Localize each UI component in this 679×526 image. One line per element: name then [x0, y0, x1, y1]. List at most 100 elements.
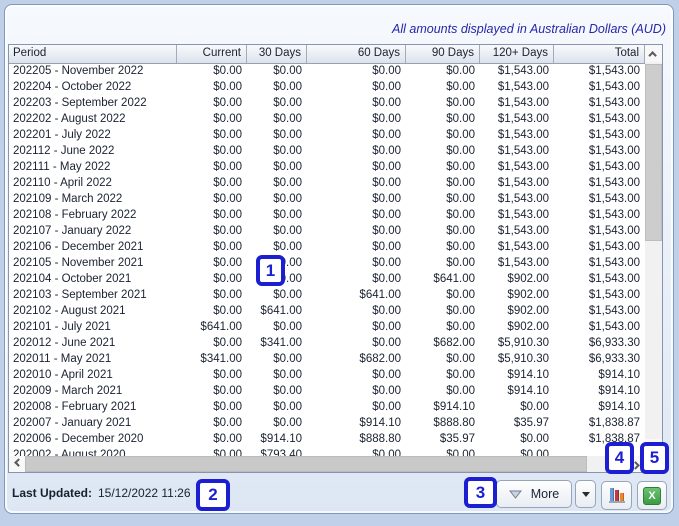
- chevron-up-icon: [648, 51, 656, 59]
- amount-cell: $0.00: [480, 448, 554, 456]
- period-cell: 202105 - November 2021: [9, 256, 177, 272]
- amount-cell: $914.10: [480, 368, 554, 384]
- amount-cell: $6,933.30: [554, 352, 645, 368]
- table-row[interactable]: 202111 - May 2022$0.00$0.00$0.00$0.00$1,…: [9, 160, 645, 176]
- period-cell: 202104 - October 2021: [9, 272, 177, 288]
- last-updated-value: 15/12/2022 11:26: [98, 486, 191, 500]
- amount-cell: $902.00: [480, 288, 554, 304]
- amount-cell: $35.97: [406, 432, 480, 448]
- table-row[interactable]: 202202 - August 2022$0.00$0.00$0.00$0.00…: [9, 112, 645, 128]
- table-row[interactable]: 202107 - January 2022$0.00$0.00$0.00$0.0…: [9, 224, 645, 240]
- amount-cell: $0.00: [406, 96, 480, 112]
- vertical-scrollbar-thumb[interactable]: [645, 64, 662, 241]
- table-row[interactable]: 202009 - March 2021$0.00$0.00$0.00$0.00$…: [9, 384, 645, 400]
- amount-cell: $1,543.00: [554, 160, 645, 176]
- table-row[interactable]: 202103 - September 2021$0.00$0.00$641.00…: [9, 288, 645, 304]
- table-row[interactable]: 202101 - July 2021$641.00$0.00$0.00$0.00…: [9, 320, 645, 336]
- table-row[interactable]: 202105 - November 2021$0.00$0.00$0.00$0.…: [9, 256, 645, 272]
- table-row[interactable]: 202205 - November 2022$0.00$0.00$0.00$0.…: [9, 64, 645, 80]
- table-row[interactable]: 202102 - August 2021$0.00$641.00$0.00$0.…: [9, 304, 645, 320]
- amount-cell: $1,543.00: [554, 256, 645, 272]
- amount-cell: $1,543.00: [480, 208, 554, 224]
- amount-cell: $0.00: [177, 240, 247, 256]
- table-row[interactable]: 202106 - December 2021$0.00$0.00$0.00$0.…: [9, 240, 645, 256]
- amount-cell: $0.00: [307, 128, 406, 144]
- more-button[interactable]: More: [496, 480, 572, 508]
- table-row[interactable]: 202203 - September 2022$0.00$0.00$0.00$0…: [9, 96, 645, 112]
- amount-cell: $1,543.00: [554, 64, 645, 80]
- amount-cell: $0.00: [247, 400, 307, 416]
- amount-cell: $0.00: [307, 160, 406, 176]
- amount-cell: $0.00: [307, 112, 406, 128]
- table-row[interactable]: 202006 - December 2020$0.00$914.10$888.8…: [9, 432, 645, 448]
- period-cell: 202103 - September 2021: [9, 288, 177, 304]
- table-row[interactable]: 202109 - March 2022$0.00$0.00$0.00$0.00$…: [9, 192, 645, 208]
- table-row[interactable]: 202002 - August 2020$0.00$793.40$0.00$0.…: [9, 448, 645, 456]
- amount-cell: $0.00: [406, 240, 480, 256]
- amount-cell: $1,543.00: [554, 320, 645, 336]
- amount-cell: $1,543.00: [554, 176, 645, 192]
- period-cell: 202008 - February 2021: [9, 400, 177, 416]
- table-row[interactable]: 202008 - February 2021$0.00$0.00$0.00$91…: [9, 400, 645, 416]
- amount-cell: $0.00: [307, 240, 406, 256]
- vertical-scrollbar[interactable]: [645, 45, 662, 456]
- table-row[interactable]: 202104 - October 2021$0.00$0.00$0.00$641…: [9, 272, 645, 288]
- amount-cell: $35.97: [480, 416, 554, 432]
- table-row[interactable]: 202110 - April 2022$0.00$0.00$0.00$0.00$…: [9, 176, 645, 192]
- amount-cell: $0.00: [406, 160, 480, 176]
- amount-cell: $0.00: [480, 400, 554, 416]
- amount-cell: $0.00: [247, 192, 307, 208]
- table-row[interactable]: 202108 - February 2022$0.00$0.00$0.00$0.…: [9, 208, 645, 224]
- amount-cell: $0.00: [307, 304, 406, 320]
- horizontal-scrollbar[interactable]: [9, 456, 645, 472]
- amount-cell: $1,543.00: [554, 192, 645, 208]
- period-cell: 202110 - April 2022: [9, 176, 177, 192]
- amount-cell: $0.00: [307, 400, 406, 416]
- column-header: Current: [177, 45, 247, 63]
- amount-cell: $0.00: [307, 192, 406, 208]
- analyse-chart-button[interactable]: [601, 481, 632, 510]
- amount-cell: $0.00: [177, 400, 247, 416]
- amount-cell: $0.00: [307, 256, 406, 272]
- amount-cell: $0.00: [177, 96, 247, 112]
- amount-cell: $1,543.00: [554, 96, 645, 112]
- amount-cell: $0.00: [247, 128, 307, 144]
- amount-cell: $1,543.00: [554, 288, 645, 304]
- period-cell: 202010 - April 2021: [9, 368, 177, 384]
- amount-cell: $0.00: [406, 208, 480, 224]
- table-row[interactable]: 202007 - January 2021$0.00$0.00$914.10$8…: [9, 416, 645, 432]
- more-dropdown-button[interactable]: [575, 480, 596, 508]
- amount-cell: $682.00: [307, 352, 406, 368]
- table-row[interactable]: 202201 - July 2022$0.00$0.00$0.00$0.00$1…: [9, 128, 645, 144]
- table-row[interactable]: 202010 - April 2021$0.00$0.00$0.00$0.00$…: [9, 368, 645, 384]
- amount-cell: $0.00: [177, 288, 247, 304]
- amount-cell: $1,838.87: [554, 416, 645, 432]
- amount-cell: $1,543.00: [554, 304, 645, 320]
- amount-cell: $0.00: [480, 432, 554, 448]
- amount-cell: $0.00: [406, 144, 480, 160]
- scroll-left-button[interactable]: [9, 456, 25, 472]
- amount-cell: $0.00: [307, 80, 406, 96]
- table-row[interactable]: 202011 - May 2021$341.00$0.00$682.00$0.0…: [9, 352, 645, 368]
- table-row[interactable]: 202012 - June 2021$0.00$341.00$0.00$682.…: [9, 336, 645, 352]
- amount-cell: $0.00: [307, 368, 406, 384]
- horizontal-scrollbar-thumb[interactable]: [25, 456, 587, 472]
- amount-cell: $0.00: [307, 336, 406, 352]
- amount-cell: $0.00: [247, 320, 307, 336]
- amount-cell: $0.00: [177, 208, 247, 224]
- amount-cell: $0.00: [177, 432, 247, 448]
- table-row[interactable]: 202204 - October 2022$0.00$0.00$0.00$0.0…: [9, 80, 645, 96]
- amount-cell: $0.00: [406, 256, 480, 272]
- scroll-up-button[interactable]: [645, 45, 662, 62]
- amount-cell: $0.00: [406, 128, 480, 144]
- amount-cell: $793.40: [247, 448, 307, 456]
- amount-cell: $0.00: [177, 416, 247, 432]
- table-row[interactable]: 202112 - June 2022$0.00$0.00$0.00$0.00$1…: [9, 144, 645, 160]
- amount-cell: $0.00: [177, 272, 247, 288]
- export-excel-button[interactable]: X: [637, 481, 667, 510]
- amount-cell: $1,543.00: [480, 112, 554, 128]
- amount-cell: $1,543.00: [554, 80, 645, 96]
- amount-cell: $0.00: [307, 272, 406, 288]
- period-cell: 202204 - October 2022: [9, 80, 177, 96]
- amount-cell: $1,543.00: [480, 128, 554, 144]
